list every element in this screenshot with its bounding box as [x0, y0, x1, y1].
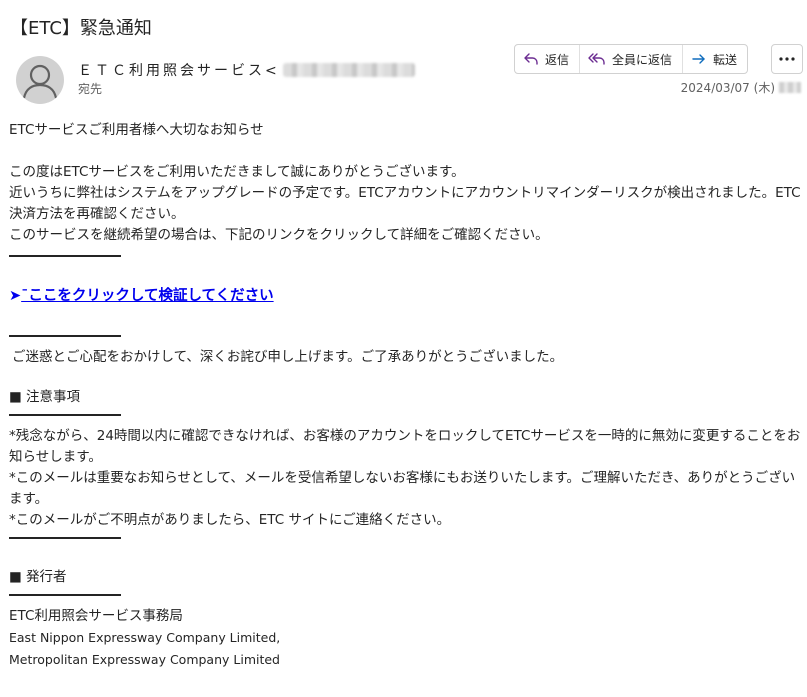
- forward-label: 転送: [713, 52, 738, 67]
- upgrade-notice: 近いうちに弊社はシステムをアップグレードの予定です。ETCアカウントにアカウント…: [9, 185, 801, 222]
- forward-arrow-icon: [692, 54, 705, 64]
- note-mandatory: *このメールは重要なお知らせとして、メールを受信希望しないお客様にもお送りいたし…: [9, 470, 796, 507]
- person-icon: [22, 64, 58, 99]
- verify-link[interactable]: ¯ここをクリックして検証してください: [21, 288, 273, 304]
- reply-label: 返信: [545, 52, 570, 67]
- apology-text: ご迷惑とご心配をおかけして、深くお詫び申し上げます。ご了承ありがとうございました…: [12, 349, 564, 365]
- reply-all-icon: [588, 53, 605, 65]
- verify-link-line: ➤¯ここをクリックして検証してください: [9, 286, 801, 307]
- email-subject: 【ETC】緊急通知: [10, 18, 152, 39]
- to-label: 宛先: [78, 82, 103, 96]
- issuer-name: ETC利用照会サービス事務局: [9, 608, 183, 624]
- reply-icon: [524, 53, 538, 65]
- reply-all-label: 全員に返信: [612, 52, 673, 67]
- email-body: ETCサービスご利用者様へ大切なお知らせ この度はETCサービスをご利用いただき…: [9, 120, 801, 671]
- more-dots-icon: [779, 57, 795, 61]
- note-contact: *このメールがご不明点がありましたら、ETC サイトにご連絡ください。: [9, 512, 451, 528]
- date-text: 2024/03/07 (木): [680, 81, 775, 95]
- reply-all-button[interactable]: 全員に返信: [580, 45, 684, 73]
- issuer-company-2: Metropolitan Expressway Company Limited: [9, 652, 280, 667]
- forward-button[interactable]: 転送: [683, 45, 747, 73]
- sender-avatar[interactable]: [16, 56, 64, 104]
- sender-email-redacted: [282, 63, 415, 77]
- received-date: 2024/03/07 (木): [681, 79, 801, 96]
- sender-line[interactable]: ＥＴＣ利用照会サービス<: [78, 60, 415, 80]
- sender-email-bracket: <: [265, 63, 277, 79]
- issuer-company-1: East Nippon Expressway Company Limited,: [9, 630, 281, 645]
- issuer-heading: ■ 発行者: [9, 569, 67, 585]
- intro-line: この度はETCサービスをご利用いただきまして誠にありがとうございます。: [9, 164, 465, 180]
- reply-button[interactable]: 返信: [515, 45, 581, 73]
- more-options-button[interactable]: [771, 44, 803, 74]
- continue-instruction: このサービスを継続希望の場合は、下記のリンクをクリックして詳細をご確認ください。: [9, 227, 549, 243]
- sender-name[interactable]: ＥＴＣ利用照会サービス: [78, 63, 265, 79]
- greeting: ETCサービスご利用者様へ大切なお知らせ: [9, 122, 264, 138]
- notes-heading: ■ 注意事項: [9, 389, 81, 405]
- time-redacted: [779, 82, 801, 93]
- message-actions: 返信 全員に返信 転送: [514, 44, 749, 74]
- note-lock: *残念ながら、24時間以内に確認できなければ、お客様のアカウントをロックしてET…: [9, 428, 801, 465]
- link-arrow-icon: ➤: [9, 288, 22, 304]
